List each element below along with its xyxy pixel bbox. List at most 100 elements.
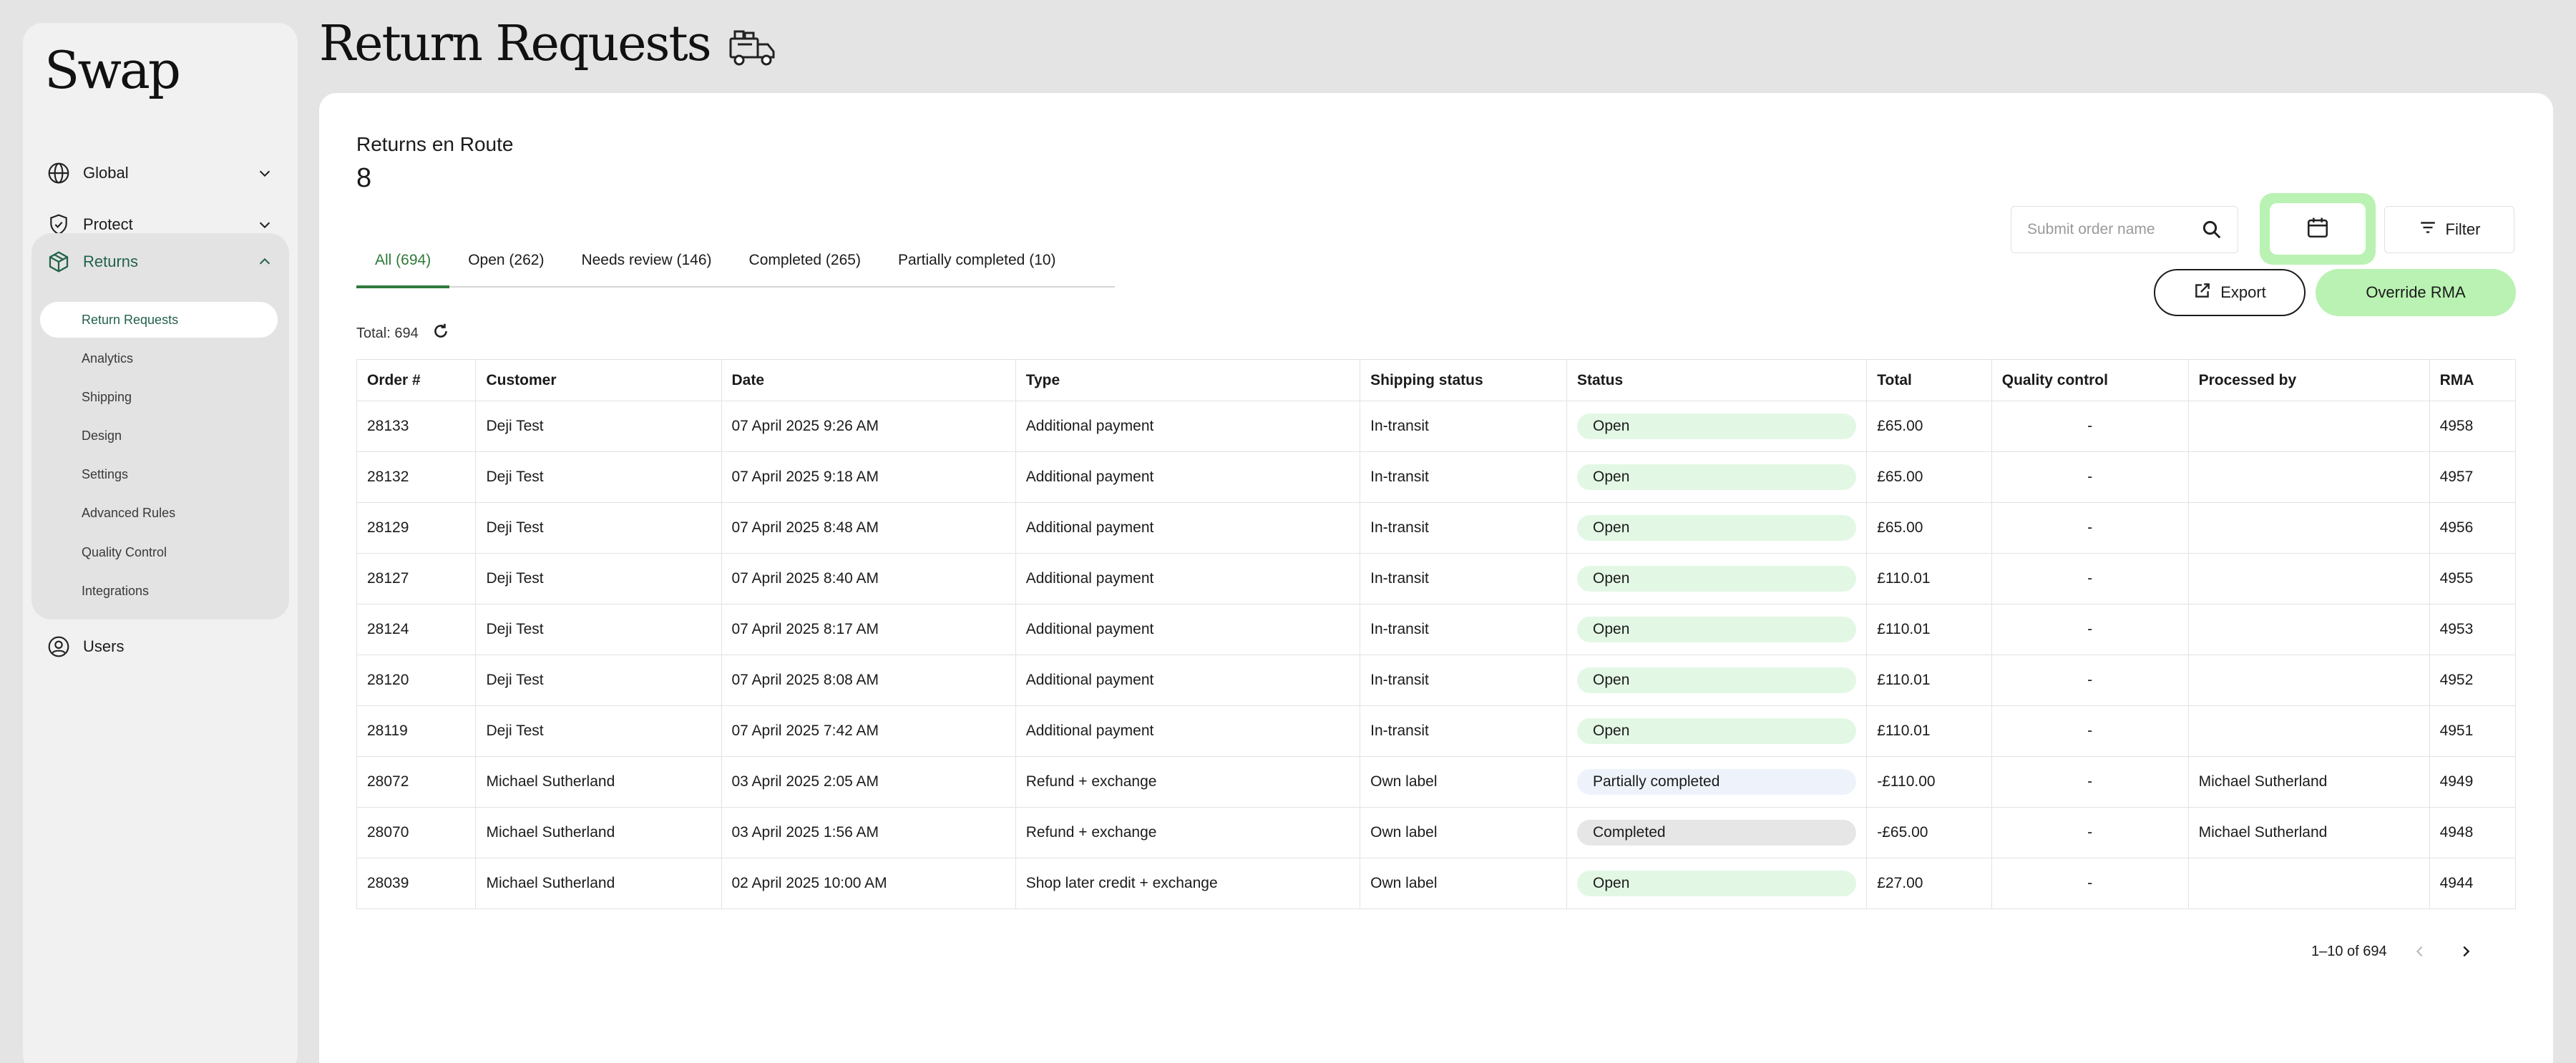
table-cell: £110.01 <box>1866 553 1992 604</box>
next-page-button[interactable] <box>2453 939 2479 964</box>
pagination-range: 1–10 of 694 <box>2311 943 2387 959</box>
table-cell: Open <box>1566 655 1868 706</box>
table-row[interactable]: 28132 Deji Test 07 April 2025 9:18 AM Addit… <box>356 451 2517 503</box>
tab-needs-review[interactable]: Needs review (146) <box>562 234 730 287</box>
table-cell: Deji Test <box>475 655 722 706</box>
pagination: 1–10 of 694 <box>2311 939 2479 964</box>
table-row[interactable]: 28120 Deji Test 07 April 2025 8:08 AM Addit… <box>356 655 2517 706</box>
table-cell: - <box>1991 401 2189 452</box>
refresh-icon[interactable] <box>431 322 450 345</box>
table-cell: 28133 <box>356 401 477 452</box>
chevron-down-icon[interactable] <box>255 215 275 235</box>
chevron-down-icon[interactable] <box>255 163 275 183</box>
prev-page-button[interactable] <box>2407 939 2433 964</box>
order-search-input[interactable] <box>2027 221 2199 238</box>
status-badge: Open <box>1577 464 1856 490</box>
external-link-icon <box>2193 281 2212 304</box>
table-cell: £110.01 <box>1866 604 1992 655</box>
table-cell: Completed <box>1566 807 1868 858</box>
export-button[interactable]: Export <box>2154 269 2306 316</box>
table-row[interactable]: 28133 Deji Test 07 April 2025 9:26 AM Addit… <box>356 401 2517 452</box>
table-cell: In-transit <box>1360 604 1567 655</box>
box-icon <box>46 249 72 275</box>
table-cell: In-transit <box>1360 502 1567 554</box>
table-cell: - <box>1991 655 2189 706</box>
sidebar-returns-group: Returns Return Requests Analytics Shippi… <box>31 233 289 619</box>
date-picker-button[interactable] <box>2270 203 2366 255</box>
sidebar: Swap Global Protect Returns Return Reque <box>23 23 298 1063</box>
table-row[interactable]: 28129 Deji Test 07 April 2025 8:48 AM Addit… <box>356 502 2517 554</box>
table-cell: Additional payment <box>1015 553 1361 604</box>
sidebar-subitem-design[interactable]: Design <box>40 418 278 454</box>
table-cell: 28129 <box>356 502 477 554</box>
table-cell: 4952 <box>2429 655 2517 706</box>
table-cell <box>2187 502 2430 554</box>
table-cell: 28132 <box>356 451 477 503</box>
tab-partially-completed[interactable]: Partially completed (10) <box>879 234 1075 287</box>
table-row[interactable]: 28119 Deji Test 07 April 2025 7:42 AM Addit… <box>356 705 2517 757</box>
sidebar-subitem-integrations[interactable]: Integrations <box>40 573 278 609</box>
tab-completed[interactable]: Completed (265) <box>731 234 879 287</box>
table-cell: Additional payment <box>1015 604 1361 655</box>
table-cell: Additional payment <box>1015 401 1361 452</box>
returns-table-container: Order # Customer Date Type Shipping status St… <box>356 359 2517 909</box>
table-row[interactable]: 28127 Deji Test 07 April 2025 8:40 AM Addit… <box>356 553 2517 604</box>
sidebar-subitem-shipping[interactable]: Shipping <box>40 379 278 415</box>
table-cell: Deji Test <box>475 705 722 757</box>
page-title: Return Requests <box>319 16 712 72</box>
table-cell: 4953 <box>2429 604 2517 655</box>
table-cell: Own label <box>1360 756 1567 808</box>
sidebar-item-global[interactable]: Global <box>44 153 283 193</box>
table-row[interactable]: 28039 Michael Sutherland 02 April 2025 10:… <box>356 858 2517 909</box>
override-rma-button[interactable]: Override RMA <box>2316 269 2516 316</box>
table-cell: Deji Test <box>475 502 722 554</box>
main-panel: Returns en Route 8 All (694) Open (262) … <box>319 93 2553 1063</box>
table-header-row: Order # Customer Date Type Shipping status St… <box>356 359 2517 401</box>
status-badge: Open <box>1577 413 1856 439</box>
table-cell: Additional payment <box>1015 655 1361 706</box>
table-cell: 07 April 2025 9:26 AM <box>721 401 1016 452</box>
table-cell: 03 April 2025 1:56 AM <box>721 807 1016 858</box>
table-cell: £65.00 <box>1866 502 1992 554</box>
table-cell: 28070 <box>356 807 477 858</box>
table-cell: In-transit <box>1360 705 1567 757</box>
table-cell: Additional payment <box>1015 705 1361 757</box>
sidebar-item-users[interactable]: Users <box>44 627 283 667</box>
table-cell: - <box>1991 705 2189 757</box>
sidebar-subitem-return-requests[interactable]: Return Requests <box>40 302 278 338</box>
column-header: Date <box>721 359 1016 401</box>
sidebar-item-returns[interactable]: Returns <box>44 242 283 282</box>
table-cell: 4951 <box>2429 705 2517 757</box>
table-cell: 07 April 2025 9:18 AM <box>721 451 1016 503</box>
globe-icon <box>46 160 72 186</box>
table-cell: Own label <box>1360 807 1567 858</box>
table-cell: Deji Test <box>475 604 722 655</box>
chevron-up-icon[interactable] <box>255 252 275 272</box>
table-cell: - <box>1991 807 2189 858</box>
sidebar-subitem-analytics[interactable]: Analytics <box>40 341 278 376</box>
sidebar-subitem-settings[interactable]: Settings <box>40 456 278 492</box>
table-row[interactable]: 28070 Michael Sutherland 03 April 2025 1:5… <box>356 807 2517 858</box>
delivery-truck-icon <box>728 24 778 65</box>
column-header: Processed by <box>2187 359 2430 401</box>
table-row[interactable]: 28124 Deji Test 07 April 2025 8:17 AM Addit… <box>356 604 2517 655</box>
calendar-icon <box>2306 215 2330 243</box>
status-badge: Open <box>1577 718 1856 744</box>
status-badge: Open <box>1577 617 1856 642</box>
table-cell: Open <box>1566 401 1868 452</box>
table-cell: Michael Sutherland <box>475 807 722 858</box>
search-icon[interactable] <box>2199 217 2225 243</box>
table-cell: 03 April 2025 2:05 AM <box>721 756 1016 808</box>
tab-open[interactable]: Open (262) <box>449 234 562 287</box>
table-cell: In-transit <box>1360 401 1567 452</box>
filter-button[interactable]: Filter <box>2384 206 2514 253</box>
table-cell: - <box>1991 502 2189 554</box>
column-header: RMA <box>2429 359 2517 401</box>
filter-icon <box>2419 218 2437 241</box>
table-cell: 28119 <box>356 705 477 757</box>
order-search <box>2011 206 2238 253</box>
sidebar-subitem-advanced-rules[interactable]: Advanced Rules <box>40 495 278 531</box>
tab-all[interactable]: All (694) <box>356 234 450 288</box>
table-row[interactable]: 28072 Michael Sutherland 03 April 2025 2:0… <box>356 756 2517 808</box>
sidebar-subitem-quality-control[interactable]: Quality Control <box>40 534 278 570</box>
